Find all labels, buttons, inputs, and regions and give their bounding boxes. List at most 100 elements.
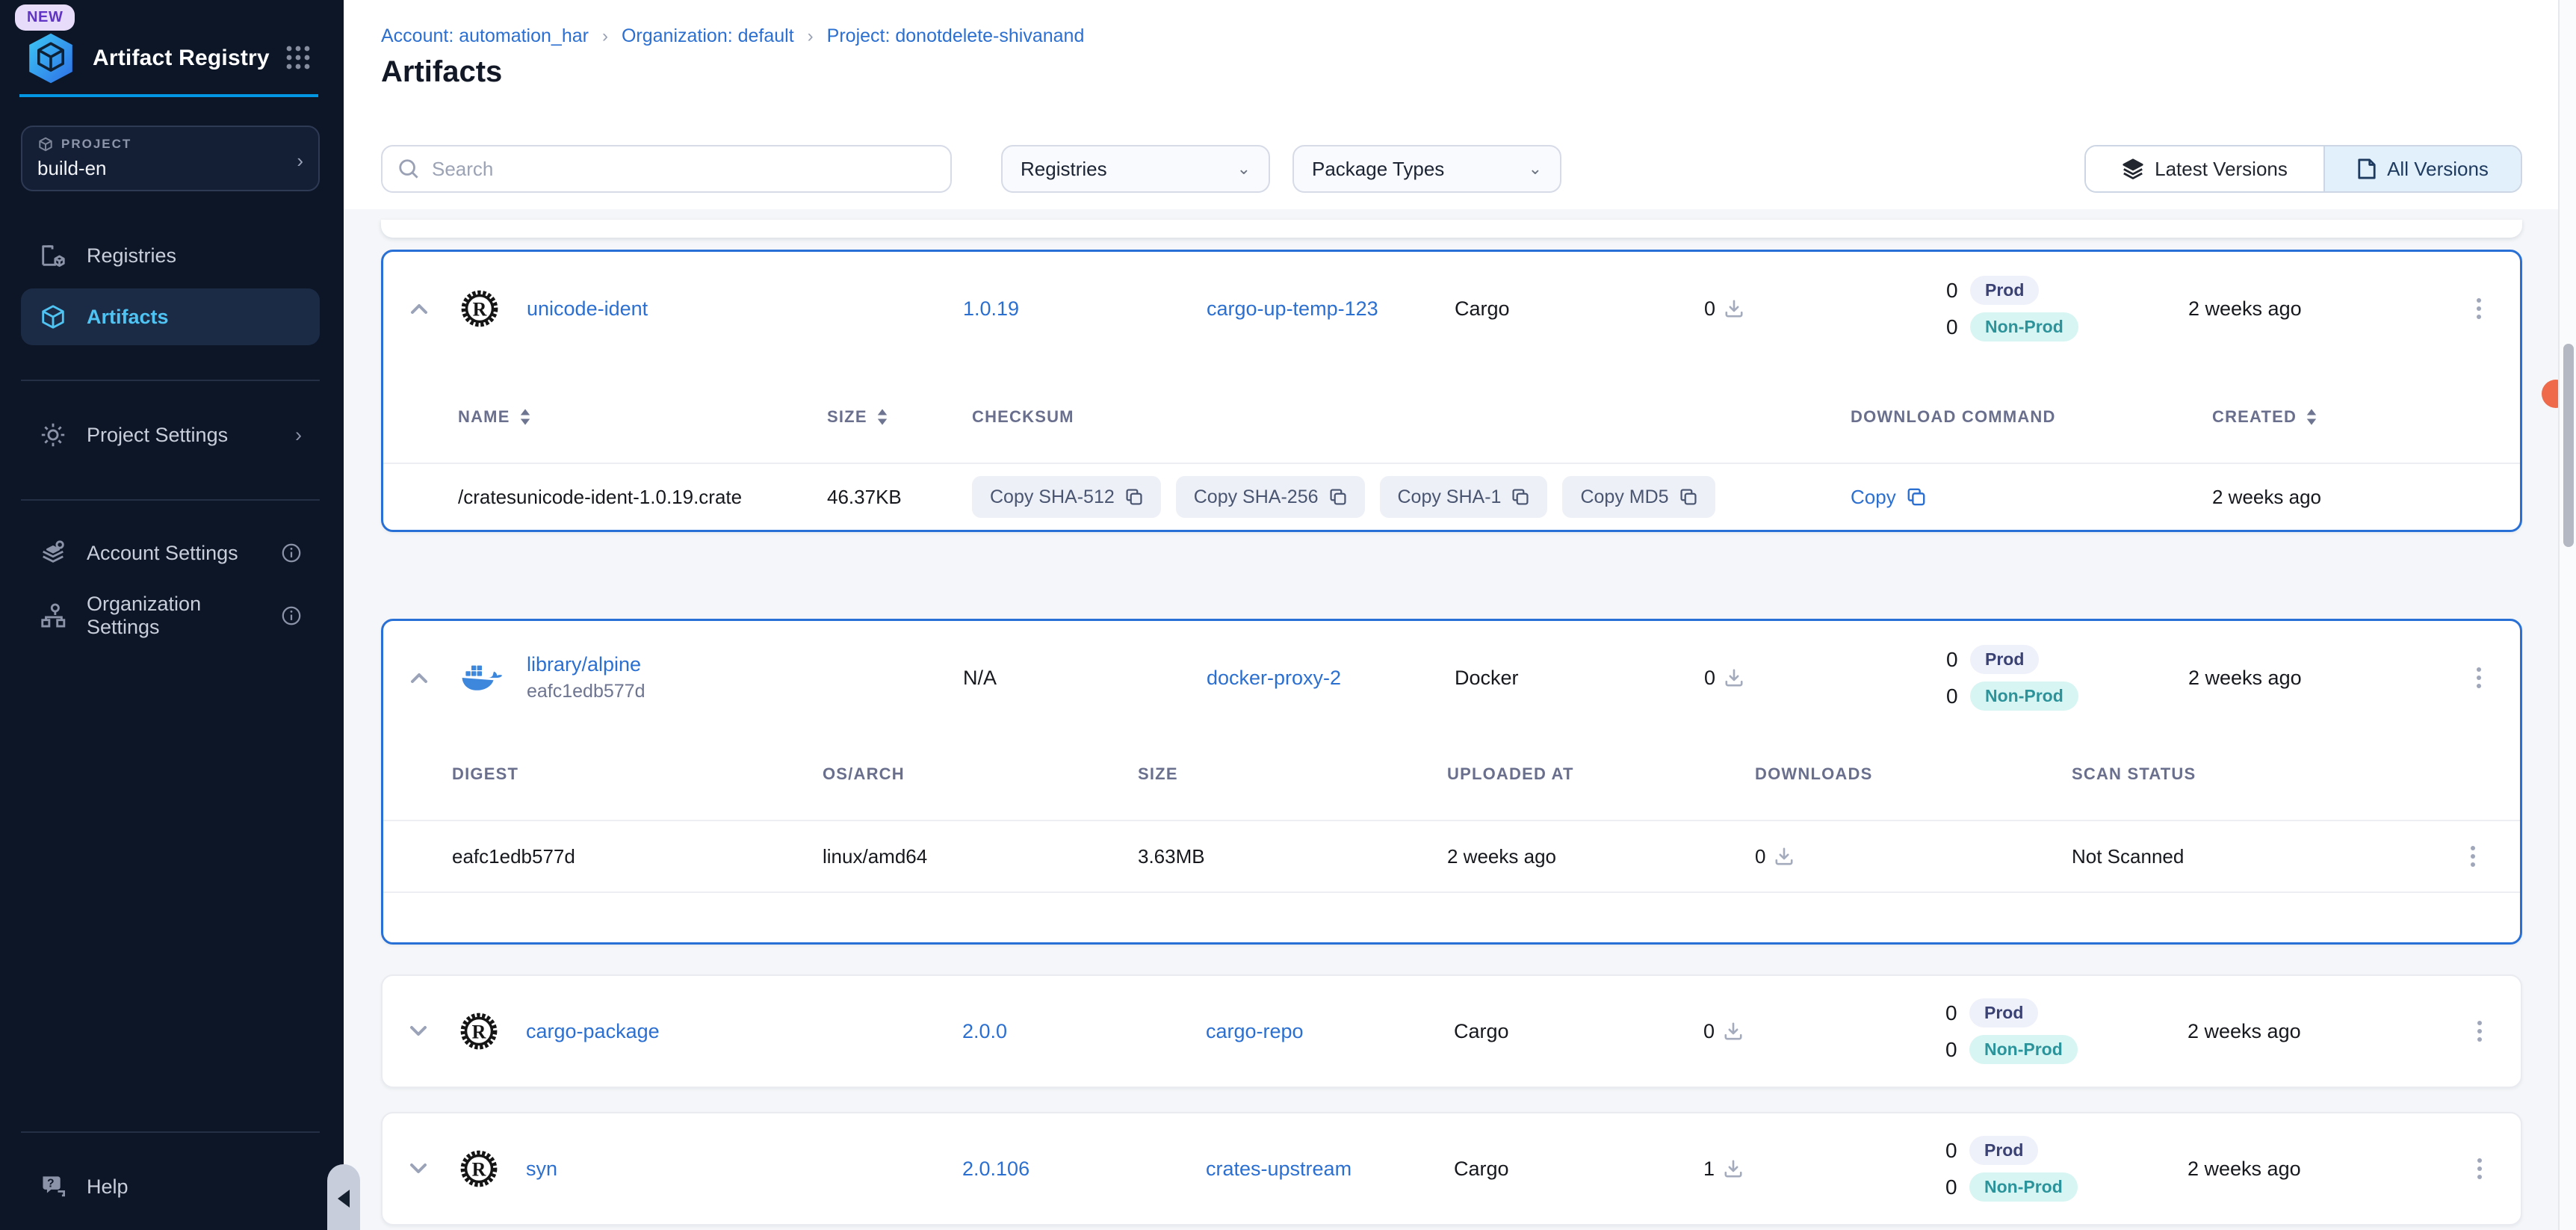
sidebar-item-organization-settings[interactable]: Organization Settings <box>21 587 320 644</box>
prod-count: 0 <box>1946 279 1958 303</box>
apps-grid-icon[interactable] <box>285 45 311 70</box>
artifact-version-link[interactable]: 2.0.0 <box>962 1020 1007 1042</box>
chevron-right-icon: › <box>295 424 302 447</box>
sort-icon[interactable] <box>519 409 531 425</box>
artifact-row[interactable]: library/alpine eafc1edb577d N/A docker-p… <box>383 621 2520 735</box>
artifact-registry-link[interactable]: cargo-repo <box>1206 1020 1304 1042</box>
copy-md5-button[interactable]: Copy MD5 <box>1562 476 1715 518</box>
artifact-registry-link[interactable]: cargo-up-temp-123 <box>1207 297 1378 320</box>
layers-icon <box>2122 158 2144 180</box>
file-name: /cratesunicode-ident-1.0.19.crate <box>458 486 827 509</box>
sidebar-item-help[interactable]: ? Help <box>21 1158 305 1215</box>
uploaded-at: 2 weeks ago <box>1447 845 1755 868</box>
artifact-version: N/A <box>963 667 1207 690</box>
artifact-name-link[interactable]: cargo-package <box>526 1020 660 1042</box>
nonprod-count: 0 <box>1946 684 1958 708</box>
sidebar-divider <box>21 380 320 381</box>
row-menu-button[interactable] <box>2471 842 2520 871</box>
latest-versions-label: Latest Versions <box>2155 158 2288 181</box>
breadcrumb-project-link[interactable]: Project: donotdelete-shivanand <box>827 25 1085 47</box>
info-icon[interactable] <box>281 543 302 563</box>
artifact-version-link[interactable]: 2.0.106 <box>962 1158 1030 1180</box>
file-created: 2 weeks ago <box>2212 486 2520 509</box>
nonprod-badge: Non-Prod <box>1969 1035 2078 1064</box>
svg-text:R: R <box>473 299 488 321</box>
column-header-digest: DIGEST <box>452 764 823 784</box>
column-header-checksum: CHECKSUM <box>972 407 1851 427</box>
row-menu-button[interactable] <box>2477 294 2520 323</box>
chevron-down-icon[interactable] <box>400 1151 436 1187</box>
project-label: PROJECT <box>61 137 131 152</box>
files-table-header: NAME SIZE CHECKSUM DOWNLOAD COMMAND CREA… <box>383 365 2520 464</box>
all-versions-button[interactable]: All Versions <box>2325 146 2521 191</box>
copy-sha256-button[interactable]: Copy SHA-256 <box>1176 476 1365 518</box>
column-header-size[interactable]: SIZE <box>827 407 867 427</box>
copy-download-command-button[interactable]: Copy <box>1851 486 1926 509</box>
prod-badge: Prod <box>1969 998 2038 1027</box>
row-menu-button[interactable] <box>2477 664 2520 692</box>
sidebar-collapse-handle[interactable] <box>327 1164 360 1230</box>
sort-icon[interactable] <box>2306 409 2318 425</box>
copy-sha512-button[interactable]: Copy SHA-512 <box>972 476 1161 518</box>
artifact-name-link[interactable]: syn <box>526 1158 557 1180</box>
digests-table-header: DIGEST OS/ARCH SIZE UPLOADED AT DOWNLOAD… <box>383 735 2520 821</box>
brand: Artifact Registry <box>24 31 270 85</box>
column-header-size: SIZE <box>1138 764 1447 784</box>
copy-sha1-button[interactable]: Copy SHA-1 <box>1380 476 1548 518</box>
download-icon <box>1724 668 1744 687</box>
registries-dropdown[interactable]: Registries ⌄ <box>1001 145 1270 193</box>
downloads-count: 0 <box>1704 667 1715 690</box>
registries-dropdown-label: Registries <box>1021 158 1107 181</box>
sidebar-item-label: Registries <box>87 244 176 268</box>
chevron-up-icon[interactable] <box>401 660 437 696</box>
search-box <box>381 145 952 193</box>
svg-text:R: R <box>472 1022 487 1043</box>
breadcrumb-account-link[interactable]: Account: automation_har <box>381 25 589 47</box>
account-layers-icon <box>39 539 67 567</box>
chevron-right-icon: › <box>602 26 608 47</box>
breadcrumb-org-link[interactable]: Organization: default <box>622 25 794 47</box>
row-menu-button[interactable] <box>2477 1017 2521 1045</box>
sort-icon[interactable] <box>876 409 888 425</box>
artifact-row[interactable]: R cargo-package 2.0.0 cargo-repo Cargo 0 <box>383 976 2521 1087</box>
prod-count: 0 <box>1946 648 1958 672</box>
sidebar-item-account-settings[interactable]: Account Settings <box>21 525 320 581</box>
search-input[interactable] <box>432 158 935 181</box>
artifact-row[interactable]: R unicode-ident 1.0.19 cargo-up-temp-123… <box>383 252 2520 365</box>
project-name: build-en <box>37 157 303 180</box>
sidebar-item-registries[interactable]: Registries <box>21 227 320 284</box>
scrollbar-thumb[interactable] <box>2563 344 2574 547</box>
row-menu-button[interactable] <box>2477 1155 2521 1183</box>
breadcrumb: Account: automation_har › Organization: … <box>381 25 1084 47</box>
chevron-right-icon: › <box>808 26 814 47</box>
chevron-down-icon[interactable] <box>400 1013 436 1049</box>
digest-link[interactable]: eafc1edb577d <box>452 845 575 868</box>
rust-logo-icon: R <box>460 1013 526 1050</box>
artifact-row[interactable]: R syn 2.0.106 crates-upstream Cargo 1 <box>383 1113 2521 1224</box>
docker-logo-icon <box>461 661 527 694</box>
artifact-registry-link[interactable]: docker-proxy-2 <box>1207 667 1341 689</box>
project-selector[interactable]: PROJECT build-en › <box>21 126 320 191</box>
artifact-version-link[interactable]: 1.0.19 <box>963 297 1019 320</box>
nonprod-badge: Non-Prod <box>1970 312 2078 342</box>
latest-versions-button[interactable]: Latest Versions <box>2086 146 2325 191</box>
sidebar-item-project-settings[interactable]: Project Settings › <box>21 407 320 463</box>
file-size: 46.37KB <box>827 486 972 509</box>
copy-icon <box>1329 488 1347 506</box>
downloads-count: 0 <box>1755 845 1765 868</box>
nonprod-count: 0 <box>1945 1175 1957 1199</box>
chevron-up-icon[interactable] <box>401 291 437 327</box>
artifact-registry-link[interactable]: crates-upstream <box>1206 1158 1352 1180</box>
artifact-name-link[interactable]: library/alpine <box>527 653 963 676</box>
prod-badge: Prod <box>1970 645 2039 674</box>
column-header-uploaded-at: UPLOADED AT <box>1447 764 1755 784</box>
artifact-name-link[interactable]: unicode-ident <box>527 297 648 320</box>
package-types-dropdown[interactable]: Package Types ⌄ <box>1292 145 1561 193</box>
sidebar-item-artifacts[interactable]: Artifacts <box>21 288 320 345</box>
column-header-created[interactable]: CREATED <box>2212 407 2297 427</box>
artifact-registry-app: NEW Artifact Registry <box>0 0 2576 1230</box>
info-icon[interactable] <box>281 605 302 626</box>
scrollbar-track[interactable] <box>2558 0 2576 1230</box>
new-badge: NEW <box>15 4 75 31</box>
column-header-name[interactable]: NAME <box>458 407 510 427</box>
